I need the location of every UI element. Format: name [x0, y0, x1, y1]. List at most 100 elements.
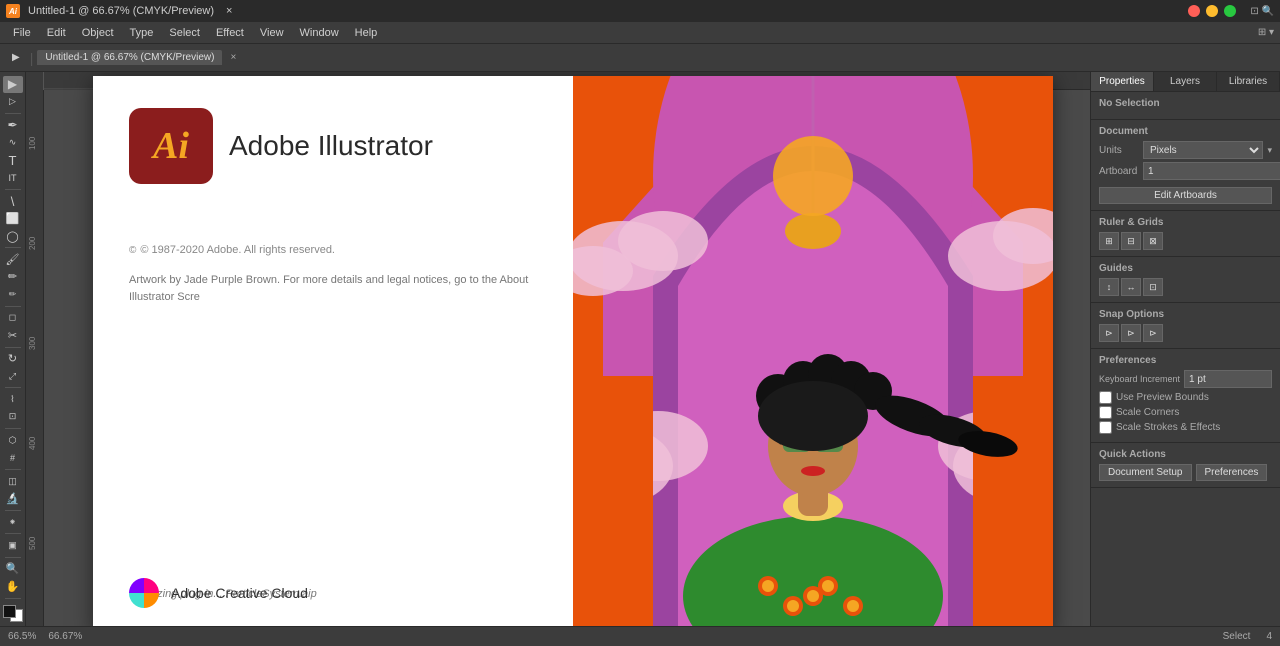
tab-close-btn[interactable]: ×: [230, 52, 236, 63]
guides-icons: ↕ ↔ ⊡: [1099, 278, 1272, 296]
curvature-tool[interactable]: ∿: [3, 134, 23, 151]
menu-file[interactable]: File: [6, 25, 38, 41]
tool-sep-1: [5, 113, 21, 114]
free-transform-tool[interactable]: ⊡: [3, 409, 23, 426]
tab-layers[interactable]: Layers: [1154, 72, 1217, 91]
guide-btn-2[interactable]: ↔: [1121, 278, 1141, 296]
menu-effect[interactable]: Effect: [209, 25, 251, 41]
ellipse-tool[interactable]: ◯: [3, 228, 23, 245]
preview-bounds-label: Use Preview Bounds: [1116, 392, 1209, 403]
blend-tool[interactable]: ⁕: [3, 514, 23, 531]
keyboard-increment-input[interactable]: [1184, 370, 1272, 388]
select-tool[interactable]: ▶: [3, 76, 23, 93]
toolbar-separator: |: [30, 50, 34, 66]
ai-icon: Ai: [129, 108, 213, 184]
scissors-tool[interactable]: ✂: [3, 327, 23, 344]
guide-btn-3[interactable]: ⊡: [1143, 278, 1163, 296]
v-ruler-marks: 100 200 300 400 500: [26, 90, 44, 626]
ruler-btn-2[interactable]: ⊟: [1121, 232, 1141, 250]
paintbrush-tool[interactable]: 🖌: [3, 251, 23, 268]
ruler-corner: [26, 72, 44, 90]
snap-btn-3[interactable]: ⊳: [1143, 324, 1163, 342]
edit-artboards-btn[interactable]: Edit Artboards: [1099, 187, 1272, 204]
splash-screen: Ai Adobe Illustrator © © 1987-2020 Adobe…: [93, 76, 1053, 626]
snap-btn-2[interactable]: ⊳: [1121, 324, 1141, 342]
units-row: Units Pixels Inches Centimeters ▾: [1099, 141, 1272, 159]
arrow-tool[interactable]: ▶: [6, 50, 26, 65]
artboard-row: Artboard ‹ ›: [1099, 162, 1272, 180]
menu-bar: File Edit Object Type Select Effect View…: [0, 22, 1280, 44]
tool-display: Select: [1223, 631, 1251, 642]
rotate-tool[interactable]: ↻: [3, 350, 23, 367]
artboard-tool[interactable]: ▣: [3, 537, 23, 554]
pencil-tool[interactable]: ✏: [3, 269, 23, 286]
menu-edit[interactable]: Edit: [40, 25, 73, 41]
tool-sep-8: [5, 469, 21, 470]
tool-sep-7: [5, 428, 21, 429]
menu-select[interactable]: Select: [162, 25, 207, 41]
no-selection-section: No Selection: [1091, 92, 1280, 120]
arrange-icon: ⊞ ▾: [1258, 27, 1274, 38]
quick-action-buttons: Document Setup Preferences: [1099, 464, 1272, 481]
mesh-tool[interactable]: #: [3, 450, 23, 467]
ruler-btn-3[interactable]: ⊠: [1143, 232, 1163, 250]
menu-view[interactable]: View: [253, 25, 291, 41]
tab-close[interactable]: ×: [226, 5, 232, 17]
pen-tool[interactable]: ✒: [3, 117, 23, 134]
document-setup-btn[interactable]: Document Setup: [1099, 464, 1192, 481]
guides-title: Guides: [1099, 263, 1272, 274]
artboard-input[interactable]: [1143, 162, 1280, 180]
zoom-tool[interactable]: 🔍: [3, 560, 23, 577]
doc-title: Untitled-1 @ 66.67% (CMYK/Preview): [28, 5, 214, 17]
eraser-tool[interactable]: ◻: [3, 310, 23, 327]
ai-title: Adobe Illustrator: [229, 130, 433, 162]
position-display: 4: [1266, 631, 1272, 642]
cc-footer: Adobe Creative Cloud: [129, 578, 308, 608]
rect-tool[interactable]: ⬜: [3, 210, 23, 227]
preview-bounds-check[interactable]: [1099, 391, 1112, 404]
direct-select-tool[interactable]: ▷: [3, 94, 23, 111]
scale-tool[interactable]: ⤢: [3, 368, 23, 385]
eyedropper-tool[interactable]: 🔬: [3, 490, 23, 507]
tool-sep-2: [5, 189, 21, 190]
line-tool[interactable]: \: [3, 193, 23, 210]
scale-corners-check[interactable]: [1099, 406, 1112, 419]
snap-btn-1[interactable]: ⊳: [1099, 324, 1119, 342]
window-controls: ⊡ 🔍: [1188, 5, 1274, 17]
color-boxes[interactable]: [3, 605, 23, 622]
minimize-btn[interactable]: [1206, 5, 1218, 17]
cc-text: Adobe Creative Cloud: [171, 585, 308, 601]
canvas-area: 100 200 300 400 500 600 700 800 900 100 …: [26, 72, 1090, 626]
tab-libraries[interactable]: Libraries: [1217, 72, 1280, 91]
menu-window[interactable]: Window: [293, 25, 346, 41]
hand-tool[interactable]: ✋: [3, 578, 23, 595]
scale-corners-label: Scale Corners: [1116, 407, 1179, 418]
ruler-btn-1[interactable]: ⊞: [1099, 232, 1119, 250]
guide-btn-1[interactable]: ↕: [1099, 278, 1119, 296]
gradient-tool[interactable]: ◫: [3, 473, 23, 490]
toolbar-row: ▶ | Untitled-1 @ 66.67% (CMYK/Preview) ×: [0, 44, 1280, 72]
splash-artwork: [573, 76, 1053, 626]
tab-properties[interactable]: Properties: [1091, 72, 1154, 91]
type-tool[interactable]: T: [3, 152, 23, 169]
preferences-btn[interactable]: Preferences: [1196, 464, 1268, 481]
warp-tool[interactable]: ⌇: [3, 391, 23, 408]
snap-icons: ⊳ ⊳ ⊳: [1099, 324, 1272, 342]
title-bar: Ai Untitled-1 @ 66.67% (CMYK/Preview) × …: [0, 0, 1280, 22]
units-select[interactable]: Pixels Inches Centimeters: [1143, 141, 1263, 159]
app-icon: Ai: [6, 4, 20, 18]
menu-object[interactable]: Object: [75, 25, 121, 41]
cc-logo: [129, 578, 159, 608]
perspective-tool[interactable]: ⬡: [3, 432, 23, 449]
doc-tab[interactable]: Untitled-1 @ 66.67% (CMYK/Preview): [37, 50, 222, 65]
menu-type[interactable]: Type: [123, 25, 161, 41]
maximize-btn[interactable]: [1224, 5, 1236, 17]
touch-type-tool[interactable]: IT: [3, 169, 23, 186]
close-btn[interactable]: [1188, 5, 1200, 17]
scale-strokes-check[interactable]: [1099, 421, 1112, 434]
toolbar-right: ⊞ ▾: [1258, 27, 1274, 38]
foreground-color[interactable]: [3, 605, 16, 618]
menu-help[interactable]: Help: [348, 25, 385, 41]
units-label: Units: [1099, 145, 1139, 156]
blob-brush-tool[interactable]: ✏: [3, 286, 23, 303]
